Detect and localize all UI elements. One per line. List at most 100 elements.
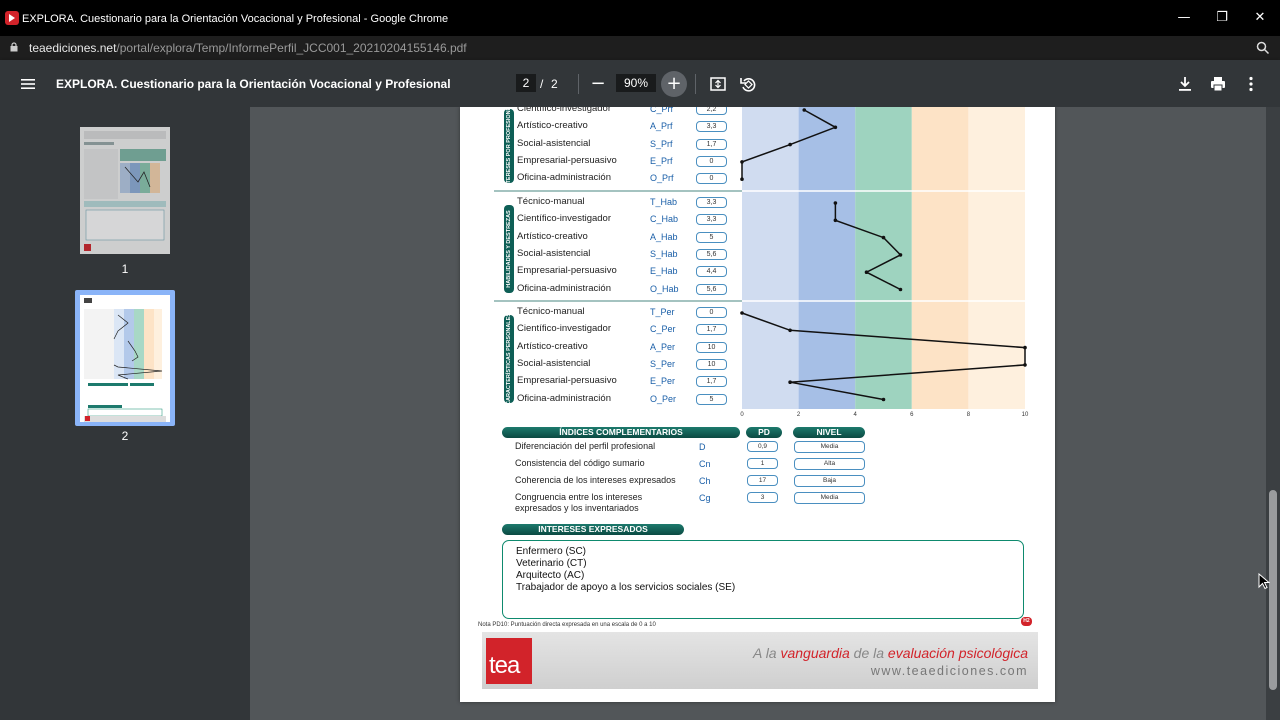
- pdf-page: 0 2 4 6 8 10 INTERESES POR PROFESIONES Científ…: [460, 107, 1055, 702]
- profile-point: [788, 142, 792, 147]
- hamburger-menu-icon[interactable]: [18, 74, 38, 94]
- vertical-scrollbar[interactable]: [1266, 107, 1280, 720]
- search-icon[interactable]: [1256, 41, 1270, 55]
- row-code: A_Hab: [650, 231, 678, 242]
- section-tab-label: INTERESES POR PROFESIONES: [506, 107, 512, 189]
- window-titlebar: EXPLORA. Cuestionario para la Orientació…: [0, 0, 1280, 36]
- page-number-input[interactable]: 2: [516, 74, 536, 92]
- row-score: 0: [696, 173, 727, 185]
- profile-point: [864, 270, 869, 274]
- expressed-item: Arquitecto (AC): [516, 570, 585, 581]
- row-code: S_Per: [650, 358, 676, 369]
- profile-point: [802, 108, 807, 112]
- row-code: O_Per: [650, 393, 677, 404]
- lock-icon[interactable]: [10, 42, 18, 52]
- restore-button[interactable]: ❐: [1203, 0, 1241, 36]
- profile-point: [881, 235, 886, 240]
- scrollbar-thumb[interactable]: [1269, 490, 1277, 690]
- section-tab: HABILIDADES Y DESTREZAS: [504, 205, 514, 293]
- row-score: 5: [696, 231, 727, 243]
- zoom-in-button[interactable]: +: [661, 71, 687, 97]
- axis-tick-label: 0: [740, 412, 744, 418]
- index-code: Cg: [699, 493, 711, 503]
- slogan-part: de la: [849, 645, 888, 661]
- row-score: 1,7: [696, 138, 727, 150]
- row-label: Empresarial-persuasivo: [517, 265, 617, 277]
- row-label: Social-asistencial: [517, 137, 591, 149]
- index-pd-value: 1: [747, 458, 778, 469]
- row-label: Artístico-creativo: [517, 340, 588, 352]
- row-label: Científico-investigador: [517, 213, 611, 225]
- page-thumbnail-2[interactable]: [80, 295, 170, 422]
- pdf-viewer[interactable]: 0 2 4 6 8 10 INTERESES POR PROFESIONES Científ…: [250, 107, 1280, 720]
- page-badge: H2: [1021, 617, 1032, 626]
- index-nivel-value: Alta: [794, 458, 865, 470]
- row-score: 5: [696, 393, 727, 405]
- profile-point: [833, 125, 838, 130]
- profile-point: [898, 253, 903, 257]
- row-score: 1,7: [696, 376, 727, 388]
- index-pd-value: 17: [747, 475, 778, 486]
- zoom-out-button[interactable]: −: [585, 71, 611, 97]
- tea-logo-text: tea: [489, 652, 520, 679]
- url-path: /portal/explora/Temp/InformePerfil_JCC00…: [116, 41, 467, 55]
- row-code: S_Prf: [650, 138, 673, 149]
- axis-tick-label: 2: [797, 412, 801, 418]
- page-thumbnail-1[interactable]: [80, 127, 170, 254]
- row-code: T_Hab: [650, 197, 678, 207]
- pdf-toolbar: EXPLORA. Cuestionario para la Orientació…: [0, 60, 1280, 107]
- address-bar[interactable]: teaediciones.net/portal/explora/Temp/Inf…: [0, 36, 1280, 60]
- row-label: Empresarial-persuasivo: [517, 375, 617, 387]
- url-text[interactable]: teaediciones.net/portal/explora/Temp/Inf…: [29, 41, 467, 55]
- row-score: 5,6: [696, 283, 727, 295]
- slogan-part: evaluación psicológica: [887, 645, 1028, 661]
- row-score: 2,2: [696, 107, 727, 115]
- more-options-icon[interactable]: [1241, 74, 1261, 94]
- index-label-line: Congruencia entre los intereses: [515, 492, 643, 502]
- row-label: Científico-investigador: [517, 323, 611, 335]
- section-tab-label: CARACTERÍSTICAS PERSONALES: [506, 313, 512, 405]
- profile-point: [833, 201, 838, 205]
- index-label: Consistencia del código sumario: [515, 458, 645, 469]
- profile-point: [740, 160, 744, 164]
- rotate-icon[interactable]: [738, 74, 758, 94]
- zoom-level-input[interactable]: 90%: [616, 74, 656, 92]
- axis-tick-label: 4: [854, 412, 858, 418]
- page-separator: /: [540, 77, 544, 91]
- row-score: 0: [696, 155, 727, 167]
- row-label: Científico-investigador: [517, 107, 611, 114]
- index-label: Coherencia de los intereses expresados: [515, 475, 676, 486]
- tea-banner: tea A la vanguardia de la evaluación psi…: [482, 632, 1038, 689]
- profile-point: [740, 177, 744, 181]
- profile-point: [788, 380, 792, 385]
- index-code: Cn: [699, 459, 711, 469]
- pd-header: PD: [746, 427, 782, 438]
- fit-to-page-icon[interactable]: [708, 74, 728, 94]
- row-code: E_Per: [650, 376, 676, 387]
- chart-band: [855, 107, 912, 409]
- expressed-item: Veterinario (CT): [516, 558, 587, 569]
- row-code: C_Hab: [650, 214, 679, 225]
- download-icon[interactable]: [1175, 74, 1195, 94]
- row-label: Artístico-creativo: [517, 230, 588, 242]
- print-icon[interactable]: [1208, 74, 1228, 94]
- toolbar-divider: [695, 74, 696, 94]
- index-code: Ch: [699, 476, 711, 486]
- profile-point: [1023, 363, 1027, 367]
- page-thumbnail-1-preview: [80, 127, 170, 254]
- index-code: D: [699, 442, 706, 452]
- row-code: C_Per: [650, 324, 676, 335]
- row-label: Social-asistencial: [517, 247, 591, 259]
- axis-tick-label: 10: [1022, 412, 1029, 418]
- close-button[interactable]: ✕: [1241, 0, 1279, 36]
- row-code: S_Hab: [650, 248, 678, 259]
- thumbnail-sidebar: 1 2: [0, 107, 250, 720]
- profile-point: [881, 397, 886, 402]
- expressed-item: Trabajador de apoyo a los servicios soci…: [516, 582, 736, 593]
- row-score: 0: [696, 307, 727, 318]
- minimize-button[interactable]: —: [1165, 0, 1203, 36]
- profile-point: [1023, 345, 1027, 350]
- slogan-part: vanguardia: [780, 645, 850, 661]
- row-score: 10: [696, 341, 727, 353]
- row-score: 3,3: [696, 214, 727, 226]
